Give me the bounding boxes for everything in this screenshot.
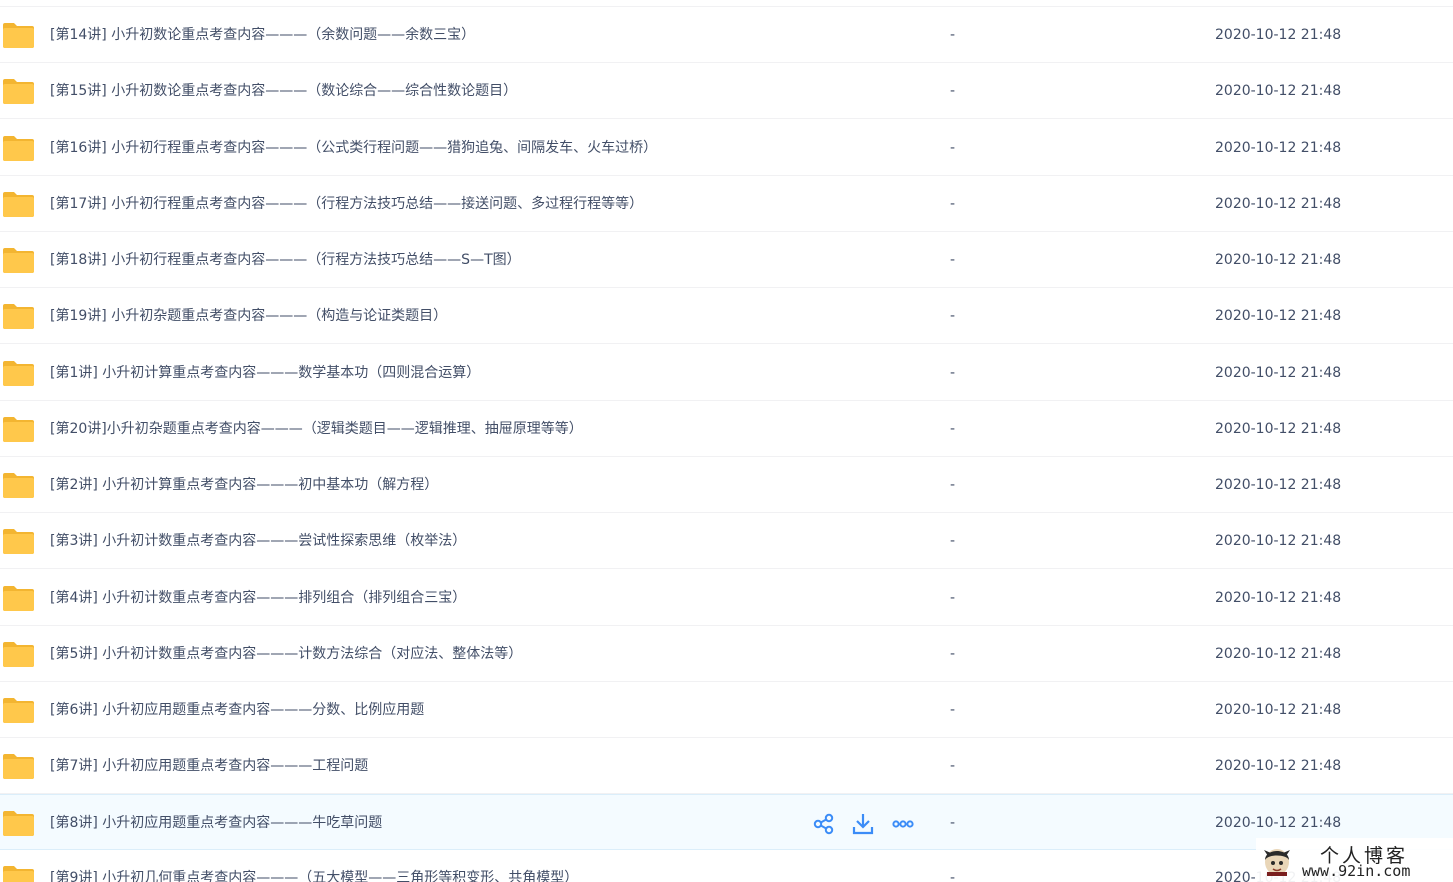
file-name[interactable]: [第3讲] 小升初计数重点考查内容———尝试性探索思维（枚举法） bbox=[50, 531, 466, 551]
folder-icon bbox=[3, 473, 34, 498]
file-row[interactable]: [第19讲] 小升初杂题重点考查内容———（构造与论证类题目） - 2020-10-… bbox=[0, 288, 1453, 344]
folder-icon bbox=[3, 192, 34, 217]
file-name[interactable]: [第9讲] 小升初几何重点考查内容———（五大模型——三角形等积变形、共角模型） bbox=[50, 868, 578, 882]
folder-icon bbox=[3, 642, 34, 667]
file-row[interactable]: [第4讲] 小升初计数重点考查内容———排列组合（排列组合三宝） - 2020-10… bbox=[0, 570, 1453, 626]
folder-icon bbox=[3, 136, 34, 161]
file-modified-date: 2020-10-12 21:48 bbox=[1215, 140, 1342, 156]
folder-icon bbox=[3, 811, 34, 836]
file-row[interactable]: [第6讲] 小升初应用题重点考查内容———分数、比例应用题 - 2020-10-12… bbox=[0, 682, 1453, 738]
file-size: - bbox=[950, 421, 956, 437]
folder-icon bbox=[3, 417, 34, 442]
file-name[interactable]: [第4讲] 小升初计数重点考查内容———排列组合（排列组合三宝） bbox=[50, 588, 466, 608]
file-modified-date: 2020-10-12 21:48 bbox=[1215, 27, 1342, 43]
file-size: - bbox=[950, 477, 956, 493]
file-modified-date: 2020-10-12 21:48 bbox=[1215, 252, 1342, 268]
file-size: - bbox=[950, 590, 956, 606]
file-modified-date: 2020-10-12 21:48 bbox=[1215, 477, 1342, 493]
file-row[interactable]: [第8讲] 小升初应用题重点考查内容———牛吃草问题 - 2020-10-12 21… bbox=[0, 794, 1453, 850]
file-row[interactable]: [第3讲] 小升初计数重点考查内容———尝试性探索思维（枚举法） - 2020-10… bbox=[0, 513, 1453, 569]
file-size: - bbox=[950, 196, 956, 212]
file-row[interactable]: [第15讲] 小升初数论重点考查内容———（数论综合——综合性数论题目） - 202… bbox=[0, 63, 1453, 119]
folder-icon bbox=[3, 79, 34, 104]
file-size: - bbox=[950, 140, 956, 156]
file-modified-date: 2020-10-12 21:48 bbox=[1215, 590, 1342, 606]
watermark: 个人博客 www.92in.com bbox=[1256, 838, 1453, 882]
file-name[interactable]: [第18讲] 小升初行程重点考查内容———（行程方法技巧总结——S—T图） bbox=[50, 250, 521, 270]
file-modified-date: 2020-10-12 21:48 bbox=[1215, 365, 1342, 381]
file-name[interactable]: [第14讲] 小升初数论重点考查内容———（余数问题——余数三宝） bbox=[50, 25, 475, 45]
file-size: - bbox=[950, 815, 956, 831]
file-row[interactable]: [第18讲] 小升初行程重点考查内容———（行程方法技巧总结——S—T图） - 20… bbox=[0, 232, 1453, 288]
file-modified-date: 2020-10-12 21:48 bbox=[1215, 815, 1342, 831]
file-name[interactable]: [第2讲] 小升初计算重点考查内容———初中基本功（解方程） bbox=[50, 475, 438, 495]
file-name[interactable]: [第16讲] 小升初行程重点考查内容———（公式类行程问题——猎狗追兔、间隔发车… bbox=[50, 138, 657, 158]
folder-icon bbox=[3, 529, 34, 554]
file-row[interactable]: [第17讲] 小升初行程重点考查内容———（行程方法技巧总结——接送问题、多过程… bbox=[0, 176, 1453, 232]
file-row[interactable]: [第14讲] 小升初数论重点考查内容———（余数问题——余数三宝） - 2020-1… bbox=[0, 7, 1453, 63]
file-size: - bbox=[950, 252, 956, 268]
folder-icon bbox=[3, 866, 34, 882]
file-modified-date: 2020-10-12 21:48 bbox=[1215, 646, 1342, 662]
file-list: [第14讲] 小升初数论重点考查内容———（余数问题——余数三宝） - 2020-1… bbox=[0, 0, 1453, 882]
file-modified-date: 2020-10-12 21:48 bbox=[1215, 83, 1342, 99]
file-size: - bbox=[950, 27, 956, 43]
folder-icon bbox=[3, 361, 34, 386]
share-icon[interactable] bbox=[812, 812, 836, 836]
file-name[interactable]: [第7讲] 小升初应用题重点考查内容———工程问题 bbox=[50, 756, 368, 776]
file-modified-date: 2020-10-12 21:48 bbox=[1215, 421, 1342, 437]
file-name[interactable]: [第6讲] 小升初应用题重点考查内容———分数、比例应用题 bbox=[50, 700, 424, 720]
file-row[interactable]: [第7讲] 小升初应用题重点考查内容———工程问题 - 2020-10-12 21:… bbox=[0, 738, 1453, 794]
file-name[interactable]: [第8讲] 小升初应用题重点考查内容———牛吃草问题 bbox=[50, 813, 382, 833]
file-modified-date: 2020-10-12 21:48 bbox=[1215, 196, 1342, 212]
file-size: - bbox=[950, 758, 956, 774]
file-row[interactable]: [第2讲] 小升初计算重点考查内容———初中基本功（解方程） - 2020-10-1… bbox=[0, 457, 1453, 513]
file-size: - bbox=[950, 646, 956, 662]
file-name[interactable]: [第17讲] 小升初行程重点考查内容———（行程方法技巧总结——接送问题、多过程… bbox=[50, 194, 643, 214]
file-name[interactable]: [第19讲] 小升初杂题重点考查内容———（构造与论证类题目） bbox=[50, 306, 447, 326]
file-row[interactable]: [第16讲] 小升初行程重点考查内容———（公式类行程问题——猎狗追兔、间隔发车… bbox=[0, 120, 1453, 176]
file-modified-date: 2020-10-12 21:48 bbox=[1215, 533, 1342, 549]
more-icon[interactable] bbox=[891, 812, 915, 836]
folder-icon bbox=[3, 698, 34, 723]
folder-icon bbox=[3, 586, 34, 611]
file-size: - bbox=[950, 870, 956, 882]
avatar-icon bbox=[1264, 849, 1290, 876]
file-size: - bbox=[950, 702, 956, 718]
download-icon[interactable] bbox=[851, 812, 875, 836]
folder-icon bbox=[3, 304, 34, 329]
file-name[interactable]: [第15讲] 小升初数论重点考查内容———（数论综合——综合性数论题目） bbox=[50, 81, 517, 101]
watermark-url: www.92in.com bbox=[1302, 862, 1411, 880]
file-modified-date: 2020-10-12 21:48 bbox=[1215, 308, 1342, 324]
file-name[interactable]: [第5讲] 小升初计数重点考查内容———计数方法综合（对应法、整体法等） bbox=[50, 644, 522, 664]
file-modified-date: 2020-10-12 21:48 bbox=[1215, 702, 1342, 718]
file-row[interactable]: [第5讲] 小升初计数重点考查内容———计数方法综合（对应法、整体法等） - 202… bbox=[0, 626, 1453, 682]
file-size: - bbox=[950, 365, 956, 381]
file-row[interactable]: [第9讲] 小升初几何重点考查内容———（五大模型——三角形等积变形、共角模型）… bbox=[0, 850, 1453, 882]
file-name[interactable]: [第20讲]小升初杂题重点考查内容———（逻辑类题目——逻辑推理、抽屉原理等等） bbox=[50, 419, 583, 439]
folder-icon bbox=[3, 23, 34, 48]
file-size: - bbox=[950, 533, 956, 549]
folder-icon bbox=[3, 754, 34, 779]
file-size: - bbox=[950, 83, 956, 99]
folder-icon bbox=[3, 248, 34, 273]
file-name[interactable]: [第1讲] 小升初计算重点考查内容———数学基本功（四则混合运算） bbox=[50, 363, 480, 383]
file-row[interactable]: [第20讲]小升初杂题重点考查内容———（逻辑类题目——逻辑推理、抽屉原理等等）… bbox=[0, 401, 1453, 457]
file-row[interactable]: [第1讲] 小升初计算重点考查内容———数学基本功（四则混合运算） - 2020-1… bbox=[0, 345, 1453, 401]
file-size: - bbox=[950, 308, 956, 324]
file-modified-date: 2020-10-12 21:48 bbox=[1215, 758, 1342, 774]
